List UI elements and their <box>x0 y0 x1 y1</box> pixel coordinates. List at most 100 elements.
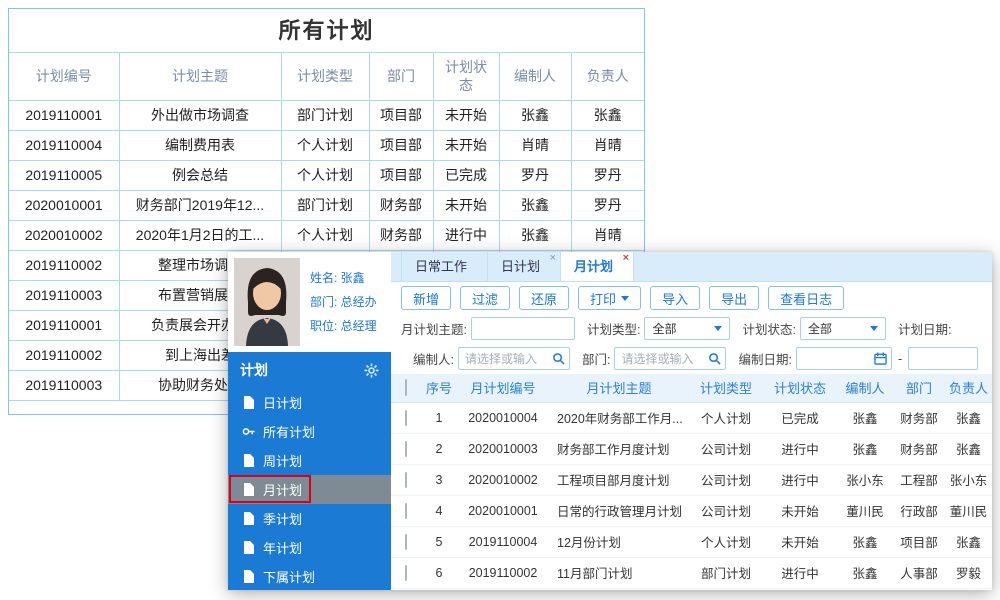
filter-button[interactable]: 过滤 <box>460 286 511 310</box>
select-all-header-cell <box>391 374 421 403</box>
owner-link[interactable]: 张小东 <box>945 464 992 496</box>
close-icon[interactable]: × <box>623 253 629 264</box>
print-label: 打印 <box>590 291 617 307</box>
column-header: 部门 <box>893 374 945 403</box>
creator-link[interactable]: 张鑫 <box>837 526 893 558</box>
table-cell: 部门计划 <box>281 190 370 221</box>
owner-link[interactable]: 张鑫 <box>945 433 992 465</box>
row-checkbox[interactable] <box>405 533 407 550</box>
create-date-start-input[interactable] <box>795 347 892 370</box>
toolbar: 新增 过滤 还原 打印 导入 导出 查看日志 <box>391 282 992 314</box>
owner-link[interactable]: 董川民 <box>945 495 992 527</box>
topic-filter-input[interactable] <box>470 317 575 340</box>
profile-dept: 部门: 总经办 <box>310 295 377 309</box>
sidebar-item-quarter-plan[interactable]: 季计划 <box>228 504 391 533</box>
owner-link[interactable]: 罗毅 <box>945 557 992 589</box>
plan-type-cell: 公司计划 <box>689 495 763 527</box>
creator-filter-input[interactable] <box>457 347 570 370</box>
plan-topic-link[interactable]: 12月份计划 <box>549 526 689 558</box>
plan-code-link[interactable]: 2019110004 <box>457 526 549 558</box>
dept-filter-input[interactable] <box>614 347 727 370</box>
creator-link[interactable]: 张小东 <box>837 464 893 496</box>
plan-code-link[interactable]: 2020010001 <box>457 495 549 527</box>
plan-type-cell: 个人计划 <box>689 526 763 558</box>
table-cell: 外出做市场调查 <box>119 100 282 131</box>
owner-link[interactable]: 张鑫 <box>945 526 992 558</box>
table-cell: 2019110005 <box>9 160 120 191</box>
dept-cell: 行政部 <box>893 495 945 527</box>
gear-icon[interactable] <box>364 362 379 378</box>
plan-code-link[interactable]: 2020010003 <box>457 433 549 465</box>
plan-date-filter-label: 计划日期: <box>897 323 952 337</box>
table-cell: 2019110002 <box>9 250 120 281</box>
table-row: 3 2020010002 工程项目部月度计划 公司计划 进行中 张小东 工程部 张小东 <box>391 464 992 496</box>
sidebar-item-sub-plan[interactable]: 下属计划 <box>228 562 391 590</box>
table-cell: 项目部 <box>369 160 434 191</box>
table-cell: 2020010002 <box>9 220 120 251</box>
tab-daily-work[interactable]: 日常工作 <box>401 252 489 281</box>
plan-topic-link[interactable]: 日常的行政管理月计划 <box>549 495 689 527</box>
plan-code-link[interactable]: 2019110002 <box>457 557 549 589</box>
tab-day-plan[interactable]: 日计划 × <box>488 252 562 281</box>
plan-topic-link[interactable]: 2020年财务部工作月... <box>549 402 689 434</box>
creator-link[interactable]: 张鑫 <box>837 557 893 589</box>
plan-code-link[interactable]: 2020010004 <box>457 402 549 434</box>
sidebar-item-month-plan[interactable]: 月计划 <box>228 475 391 504</box>
content-area: 日常工作 日计划 × 月计划 × 新增 过滤 还原 打印 导入 导出 查看日志 月计划主… <box>391 252 992 590</box>
table-cell: 张鑫 <box>571 100 644 131</box>
key-icon <box>242 425 255 438</box>
reset-button[interactable]: 还原 <box>519 286 570 310</box>
plan-code-link[interactable]: 2020010002 <box>457 464 549 496</box>
add-button[interactable]: 新增 <box>401 286 452 310</box>
sidebar-header: 计划 <box>228 352 391 388</box>
sidebar: 姓名: 张鑫 部门: 总经办 职位: 总经理 计划 日计划 所有计划 周计划 月计划季… <box>228 252 391 590</box>
creator-link[interactable]: 董川民 <box>837 495 893 527</box>
table-row: 2 2020010003 财务部工作月度计划 公司计划 进行中 张鑫 财务部 张鑫 <box>391 433 992 465</box>
table-cell: 项目部 <box>369 130 434 161</box>
create-date-filter-label: 编制日期: <box>738 353 792 367</box>
row-checkbox[interactable] <box>405 440 407 457</box>
close-icon[interactable]: × <box>550 253 556 264</box>
topic-filter-label: 月计划主题: <box>401 323 467 337</box>
sidebar-item-all-plans[interactable]: 所有计划 <box>228 417 391 446</box>
view-log-button[interactable]: 查看日志 <box>768 286 845 310</box>
column-header: 负责人 <box>945 374 992 403</box>
column-header: 计划状态 <box>763 374 837 403</box>
file-icon <box>242 570 255 583</box>
plan-topic-link[interactable]: 财务部工作月度计划 <box>549 433 689 465</box>
plan-topic-link[interactable]: 工程项目部月度计划 <box>549 464 689 496</box>
plan-status-cell: 进行中 <box>763 433 837 465</box>
row-checkbox[interactable] <box>405 564 407 581</box>
type-filter-select[interactable]: 全部 <box>644 317 731 340</box>
row-checkbox[interactable] <box>405 471 407 488</box>
row-checkbox[interactable] <box>405 409 407 426</box>
dept-cell: 工程部 <box>893 464 945 496</box>
tab-month-plan[interactable]: 月计划 × <box>561 252 635 281</box>
creator-link[interactable]: 张鑫 <box>837 402 893 434</box>
plan-topic-link[interactable]: 11月部门计划 <box>549 557 689 589</box>
column-header: 编制人 <box>837 374 893 403</box>
create-date-end-input[interactable] <box>908 347 979 370</box>
status-filter-value: 全部 <box>807 322 832 336</box>
owner-link[interactable]: 张鑫 <box>945 402 992 434</box>
sidebar-item-year-plan[interactable]: 年计划 <box>228 533 391 562</box>
table-cell: 财务部门2019年12... <box>119 190 282 221</box>
plan-app-window: 姓名: 张鑫 部门: 总经办 职位: 总经理 计划 日计划 所有计划 周计划 月计划季… <box>228 252 992 590</box>
sidebar-item-day-plan[interactable]: 日计划 <box>228 388 391 417</box>
dept-cell: 项目部 <box>893 526 945 558</box>
dept-filter-field <box>614 347 727 370</box>
creator-link[interactable]: 张鑫 <box>837 433 893 465</box>
table-row: 2019110004 编制费用表 个人计划 项目部 未开始 肖晴 肖晴 <box>9 130 644 161</box>
print-button[interactable]: 打印 <box>578 286 642 310</box>
row-checkbox[interactable] <box>405 502 407 519</box>
sidebar-menu: 日计划 所有计划 周计划 月计划 季计划 年计划 下属计划 <box>228 388 391 590</box>
sidebar-item-week-plan[interactable]: 周计划 <box>228 446 391 475</box>
column-header: 月计划主题 <box>549 374 689 403</box>
table-row: 4 2020010001 日常的行政管理月计划 公司计划 未开始 董川民 行政部 董川民 <box>391 495 992 527</box>
export-button[interactable]: 导出 <box>709 286 760 310</box>
column-header: 计划状态 <box>433 53 500 101</box>
screen: 所有计划 计划编号 计划主题 计划类型 部门 计划状态 编制人 负责人 2019110001… <box>0 0 1000 600</box>
status-filter-select[interactable]: 全部 <box>799 317 886 340</box>
select-all-checkbox[interactable] <box>405 379 407 397</box>
import-button[interactable]: 导入 <box>650 286 701 310</box>
